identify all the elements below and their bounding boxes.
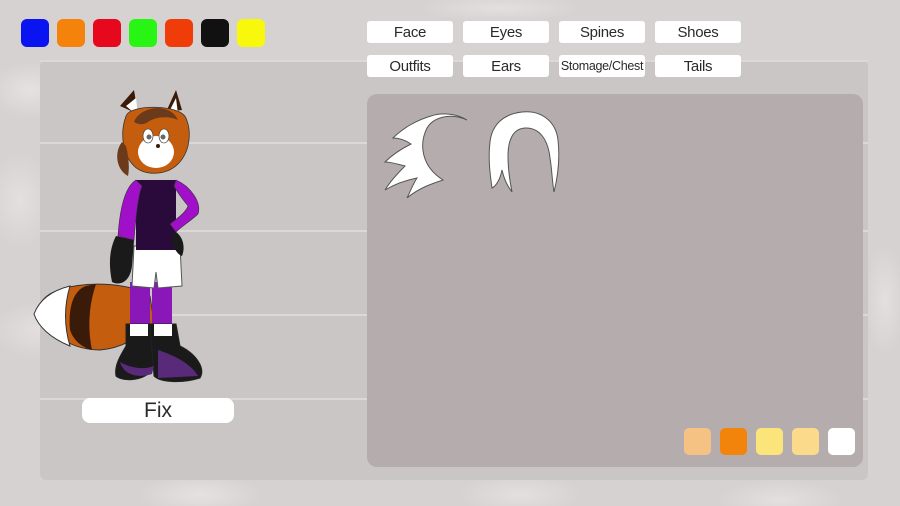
color-swatch-orange[interactable] (57, 19, 85, 47)
tab-face[interactable]: Face (367, 21, 453, 43)
color-swatch-blue[interactable] (21, 19, 49, 47)
tab-eyes[interactable]: Eyes (463, 21, 549, 43)
shade-swatch[interactable] (684, 428, 711, 455)
bob-hair-icon (488, 111, 560, 193)
tab-stomach-chest[interactable]: Stomage/Chest (559, 55, 645, 77)
character-preview (30, 86, 210, 386)
shade-swatches (684, 428, 855, 455)
color-swatch-yellow[interactable] (237, 19, 265, 47)
color-palette (21, 19, 265, 47)
shade-swatch[interactable] (792, 428, 819, 455)
spiky-hair-icon (383, 113, 468, 199)
option-bob-hair[interactable] (482, 108, 564, 196)
tab-shoes[interactable]: Shoes (655, 21, 741, 43)
options-panel (367, 94, 863, 467)
fox-character-icon (33, 90, 203, 383)
color-swatch-red-orange[interactable] (165, 19, 193, 47)
tab-outfits[interactable]: Outfits (367, 55, 453, 77)
color-swatch-black[interactable] (201, 19, 229, 47)
option-spiky-spines[interactable] (383, 110, 469, 199)
category-tabs: Face Eyes Spines Shoes Outfits Ears Stom… (367, 21, 741, 77)
color-swatch-green[interactable] (129, 19, 157, 47)
color-swatch-red[interactable] (93, 19, 121, 47)
shade-swatch[interactable] (828, 428, 855, 455)
character-name-field[interactable]: Fix (82, 398, 234, 423)
tab-tails[interactable]: Tails (655, 55, 741, 77)
tab-spines[interactable]: Spines (559, 21, 645, 43)
tab-ears[interactable]: Ears (463, 55, 549, 77)
shade-swatch[interactable] (720, 428, 747, 455)
shade-swatch[interactable] (756, 428, 783, 455)
